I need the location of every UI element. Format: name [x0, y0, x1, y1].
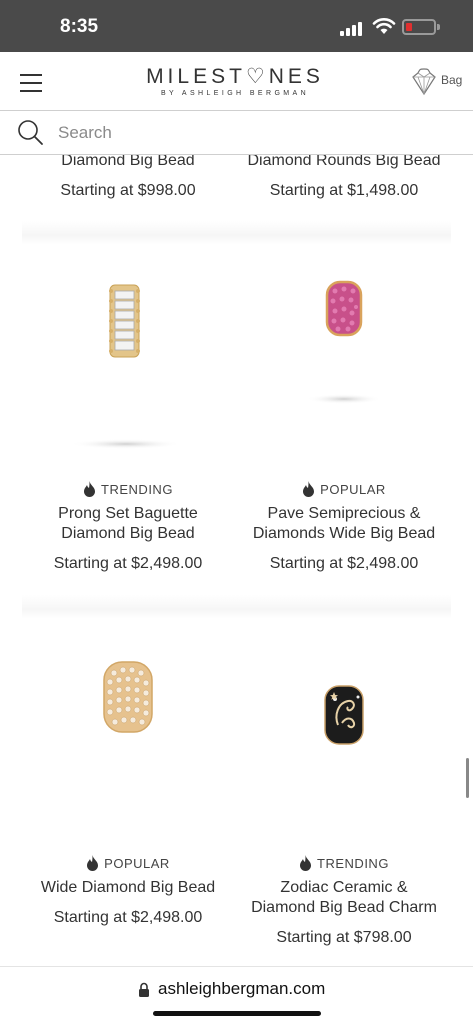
flame-icon	[84, 481, 96, 497]
product-grid: Diamond Big Bead Starting at $998.00 Dia…	[0, 155, 473, 966]
product-name-line2[interactable]: Diamond Big Bead Charm	[236, 898, 452, 918]
product-image[interactable]	[22, 245, 234, 457]
product-name-line1[interactable]: Prong Set Baguette	[20, 504, 236, 524]
product-name-line2[interactable]: Diamonds Wide Big Bead	[236, 524, 452, 544]
browser-url-bar[interactable]: ashleighbergman.com	[0, 966, 473, 1024]
product-price: Starting at $998.00	[60, 182, 196, 199]
product-price: Starting at $1,498.00	[269, 182, 419, 199]
badge-label: TRENDING	[317, 855, 389, 871]
trending-badge: TRENDING	[20, 481, 236, 497]
popular-badge: POPULAR	[236, 481, 452, 497]
home-indicator[interactable]	[153, 1011, 321, 1016]
product-price: Starting at $2,498.00	[53, 555, 203, 572]
bag-label[interactable]: Bag	[441, 73, 462, 87]
product-name-line2[interactable]: Diamond Big Bead	[20, 524, 236, 544]
bag-icon[interactable]	[411, 66, 437, 96]
row-divider	[22, 221, 451, 245]
scrollbar-thumb[interactable]	[466, 758, 469, 798]
product-image[interactable]	[22, 619, 234, 831]
product-name-line1[interactable]: Zodiac Ceramic &	[236, 878, 452, 898]
search-bar	[0, 110, 473, 155]
baguette-bead-image	[70, 284, 182, 449]
status-bar: 8:35	[0, 0, 473, 52]
cellular-signal-icon	[340, 20, 366, 36]
product-card-prong-set-baguette[interactable]: TRENDING Prong Set Baguette Diamond Big …	[20, 481, 236, 573]
product-card-zodiac-ceramic[interactable]: TRENDING Zodiac Ceramic & Diamond Big Be…	[236, 855, 452, 947]
trending-badge: TRENDING	[236, 855, 452, 871]
product-image[interactable]	[238, 245, 450, 457]
search-icon[interactable]	[16, 119, 44, 147]
flame-icon	[87, 855, 99, 871]
product-card-diamond-big-bead[interactable]: Diamond Big Bead Starting at $998.00	[20, 155, 236, 200]
zodiac-ceramic-bead-image	[324, 685, 364, 745]
lock-icon	[139, 982, 149, 997]
product-name-line1[interactable]: Pave Semiprecious &	[236, 504, 452, 524]
product-price: Starting at $798.00	[276, 929, 412, 946]
site-header: MILEST♡NES BY ASHLEIGH BERGMAN Bag	[0, 52, 473, 110]
battery-tip	[437, 24, 440, 30]
status-time: 8:35	[60, 16, 99, 37]
pave-pink-bead-image	[306, 280, 382, 404]
product-card-diamond-rounds-big-bead[interactable]: Diamond Rounds Big Bead Starting at $1,4…	[236, 155, 452, 200]
product-name[interactable]: Diamond Big Bead	[20, 155, 236, 171]
logo-tagline: BY ASHLEIGH BERGMAN	[160, 90, 310, 97]
flame-icon	[303, 481, 315, 497]
logo-wordmark: MILEST♡NES	[146, 65, 324, 88]
product-name[interactable]: Diamond Rounds Big Bead	[236, 155, 452, 171]
wifi-icon	[372, 18, 396, 34]
milestones-logo[interactable]: MILEST♡NES BY ASHLEIGH BERGMAN	[140, 64, 330, 97]
wide-diamond-bead-image	[103, 661, 153, 733]
product-image[interactable]	[238, 619, 450, 831]
product-price: Starting at $2,498.00	[269, 555, 419, 572]
product-card-wide-diamond[interactable]: POPULAR Wide Diamond Big Bead Starting a…	[20, 855, 236, 927]
badge-label: POPULAR	[320, 481, 386, 497]
battery-icon	[402, 19, 436, 35]
flame-icon	[300, 855, 312, 871]
product-name-line1[interactable]: Wide Diamond Big Bead	[20, 878, 236, 898]
hamburger-menu-icon[interactable]	[20, 74, 42, 92]
badge-label: TRENDING	[101, 481, 173, 497]
badge-label: POPULAR	[104, 855, 170, 871]
product-card-pave-semiprecious[interactable]: POPULAR Pave Semiprecious & Diamonds Wid…	[236, 481, 452, 573]
product-price: Starting at $2,498.00	[53, 909, 203, 926]
popular-badge: POPULAR	[20, 855, 236, 871]
row-divider	[22, 595, 451, 619]
search-input[interactable]	[58, 119, 448, 147]
url-text[interactable]: ashleighbergman.com	[158, 979, 325, 999]
battery-level	[406, 23, 412, 31]
